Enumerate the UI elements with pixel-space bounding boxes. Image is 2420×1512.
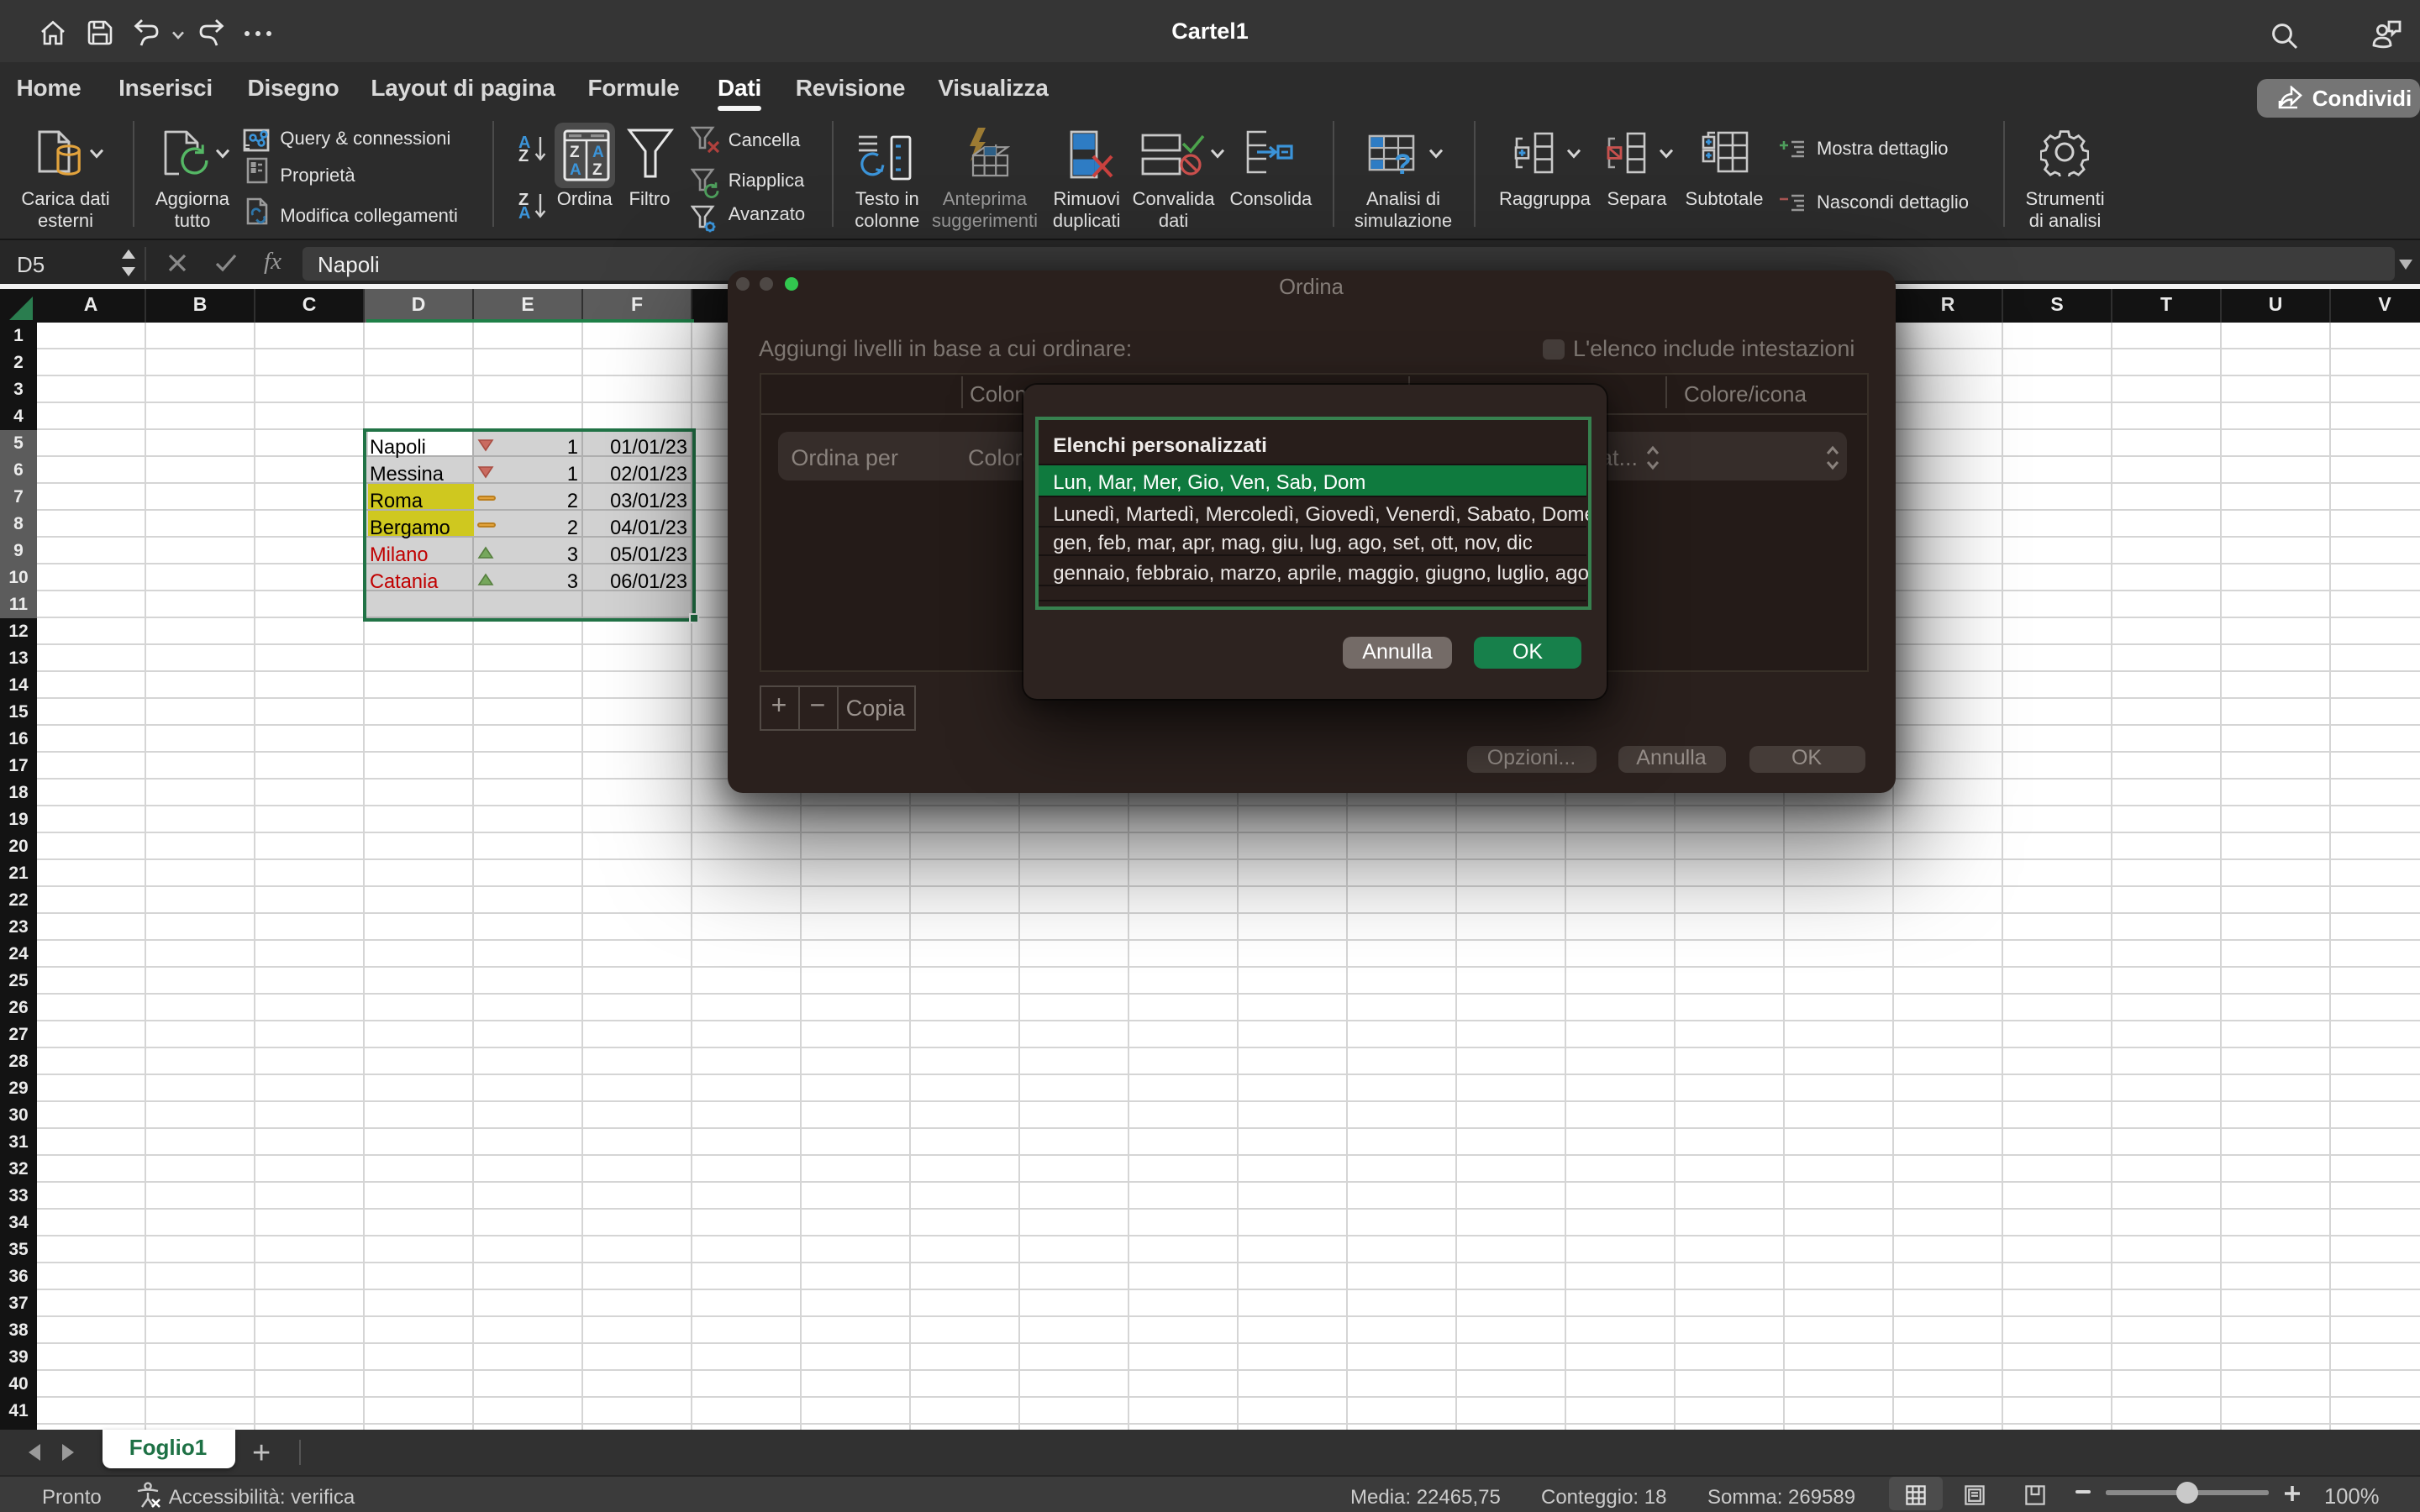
svg-text:?: ? bbox=[1394, 149, 1412, 180]
svg-text:A: A bbox=[592, 144, 603, 161]
svg-text:A: A bbox=[569, 161, 581, 179]
svg-text:Z: Z bbox=[569, 144, 579, 161]
svg-text:Z: Z bbox=[592, 161, 602, 179]
